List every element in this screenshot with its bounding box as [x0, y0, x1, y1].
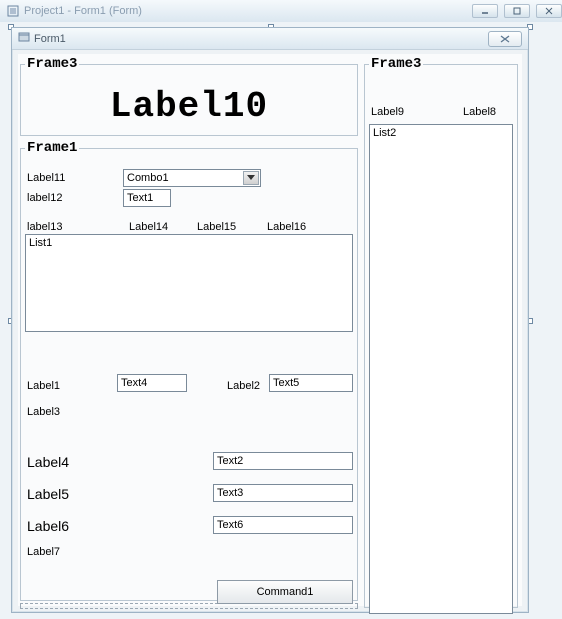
command1-button[interactable]: Command1 [217, 580, 353, 604]
form-canvas[interactable]: Frame3 Label10 Frame1 Label11 Combo1 lab… [18, 54, 522, 606]
minimize-button[interactable] [472, 4, 498, 18]
label14: Label14 [129, 221, 168, 233]
label3: Label3 [27, 406, 60, 418]
label9: Label9 [371, 106, 404, 118]
text5[interactable]: Text5 [269, 374, 353, 392]
label7: Label7 [27, 546, 60, 558]
label2: Label2 [227, 380, 260, 392]
label16: Label16 [267, 221, 306, 233]
frame-top: Frame3 Label10 [20, 56, 358, 136]
maximize-button[interactable] [504, 4, 530, 18]
frame1-legend: Frame1 [25, 140, 79, 156]
label11: Label11 [27, 172, 65, 184]
text2[interactable]: Text2 [213, 452, 353, 470]
form-title-text: Form1 [34, 33, 66, 45]
app-icon [6, 4, 20, 18]
frame-right: Frame3 Label9 Label8 List2 [364, 56, 518, 608]
label13: label13 [27, 221, 62, 233]
list1[interactable]: List1 [25, 234, 353, 332]
label15: Label15 [197, 221, 236, 233]
list2[interactable]: List2 [369, 124, 513, 614]
chevron-down-icon[interactable] [243, 171, 259, 185]
combo1-value: Combo1 [127, 172, 169, 184]
frame-top-legend: Frame3 [25, 56, 79, 72]
label10: Label10 [21, 86, 357, 127]
list2-item: List2 [373, 127, 396, 139]
designer-window: Project1 - Form1 (Form) Form1 Frame3 Lab… [0, 0, 562, 619]
label8: Label8 [463, 106, 496, 118]
label6: Label6 [27, 518, 69, 534]
label4: Label4 [27, 454, 69, 470]
combo1[interactable]: Combo1 [123, 169, 261, 187]
text3[interactable]: Text3 [213, 484, 353, 502]
form-window: Form1 Frame3 Label10 Frame1 Label11 Comb… [11, 27, 529, 613]
text4[interactable]: Text4 [117, 374, 187, 392]
close-form-button[interactable] [488, 31, 522, 47]
close-outer-button[interactable] [536, 4, 562, 18]
form-titlebar: Form1 [12, 28, 528, 50]
outer-titlebar: Project1 - Form1 (Form) [0, 0, 562, 22]
label12: label12 [27, 192, 62, 204]
text1[interactable]: Text1 [123, 189, 171, 207]
outer-title: Project1 - Form1 (Form) [24, 5, 142, 17]
frame-right-legend: Frame3 [369, 56, 423, 72]
text6[interactable]: Text6 [213, 516, 353, 534]
list1-item: List1 [29, 237, 52, 249]
command1-label: Command1 [257, 586, 314, 598]
form-icon [18, 31, 30, 46]
label1: Label1 [27, 380, 60, 392]
frame1: Frame1 Label11 Combo1 label12 Text1 labe… [20, 140, 358, 601]
label5: Label5 [27, 486, 69, 502]
